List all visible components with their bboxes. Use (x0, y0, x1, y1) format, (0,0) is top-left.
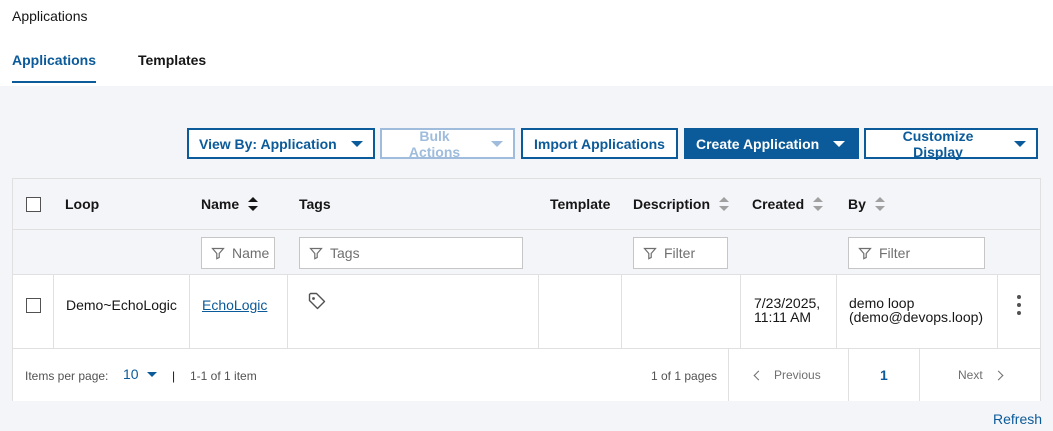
column-header-description[interactable]: Description (633, 196, 730, 212)
bulk-actions-dropdown[interactable]: Bulk Actions (380, 127, 515, 160)
pagination: Items per page: 10 | 1-1 of 1 item 1 of … (13, 349, 1040, 401)
sort-icon (874, 197, 885, 211)
items-range: 1-1 of 1 item (190, 369, 257, 383)
chevron-right-icon (993, 370, 1004, 380)
column-header-by[interactable]: By (848, 196, 885, 212)
tab-templates[interactable]: Templates (138, 52, 206, 68)
row-actions-menu-icon[interactable] (1015, 295, 1023, 317)
bulk-actions-label: Bulk Actions (408, 127, 461, 160)
description-filter[interactable] (633, 237, 728, 269)
import-applications-label: Import Applications (534, 135, 665, 152)
column-header-created[interactable]: Created (752, 196, 824, 212)
filter-icon (858, 247, 872, 260)
customize-display-label: Customize Display (902, 127, 974, 160)
create-application-button[interactable]: Create Application (684, 128, 859, 159)
sort-icon (719, 197, 730, 211)
filter-icon (643, 247, 657, 260)
column-header-template: Template (550, 196, 611, 212)
next-page-button[interactable]: Next (958, 368, 1004, 382)
applications-table: Loop Name Tags Template Description Crea… (12, 178, 1041, 401)
customize-display-dropdown[interactable]: Customize Display (864, 127, 1038, 160)
column-header-loop: Loop (65, 196, 100, 212)
chevron-down-icon (1014, 140, 1026, 147)
filter-icon (309, 247, 323, 260)
tags-filter-input[interactable] (330, 245, 522, 261)
table-row: Demo~EchoLogic EchoLogic 7/23/2025, 11:1… (13, 275, 1040, 349)
chevron-down-icon (350, 140, 363, 147)
created-cell: 7/23/2025, 11:11 AM (754, 295, 821, 325)
chevron-left-icon (753, 370, 764, 380)
page-title: Applications (12, 8, 88, 24)
items-per-page-value: 10 (123, 366, 139, 382)
sort-icon (813, 197, 824, 211)
tag-icon[interactable] (307, 291, 327, 311)
chevron-down-icon (833, 140, 846, 147)
column-header-name[interactable]: Name (201, 196, 259, 212)
page-header: Applications Applications Templates (0, 0, 1053, 86)
items-per-page-select[interactable]: 10 (123, 366, 157, 382)
items-per-page-label: Items per page: (25, 369, 109, 383)
name-filter[interactable] (201, 237, 275, 269)
loop-cell: Demo~EchoLogic (66, 297, 177, 313)
created-by-cell: demo loop (demo@devops.loop) (849, 295, 984, 325)
select-all-checkbox[interactable] (26, 197, 41, 212)
by-filter-input[interactable] (879, 245, 984, 261)
chevron-down-icon (491, 140, 503, 147)
filter-row (13, 230, 1040, 275)
column-header-tags: Tags (299, 196, 331, 212)
description-filter-input[interactable] (664, 245, 727, 261)
page-number-button[interactable]: 1 (880, 367, 888, 383)
table-header: Loop Name Tags Template Description Crea… (13, 179, 1040, 230)
tags-filter[interactable] (299, 237, 523, 269)
page-count: 1 of 1 pages (651, 369, 718, 383)
sort-icon (248, 197, 259, 211)
by-filter[interactable] (848, 237, 985, 269)
tab-applications[interactable]: Applications (12, 52, 97, 83)
view-by-dropdown[interactable]: View By: Application (187, 128, 375, 159)
application-name-link[interactable]: EchoLogic (202, 297, 267, 313)
chevron-down-icon (146, 371, 157, 377)
refresh-link[interactable]: Refresh (993, 411, 1042, 427)
view-by-label: View By: Application (199, 135, 337, 152)
import-applications-button[interactable]: Import Applications (521, 128, 678, 159)
create-application-label: Create Application (696, 135, 820, 152)
name-filter-input[interactable] (232, 245, 274, 261)
filter-icon (211, 247, 225, 260)
row-checkbox[interactable] (26, 298, 41, 313)
previous-page-button[interactable]: Previous (753, 368, 821, 382)
